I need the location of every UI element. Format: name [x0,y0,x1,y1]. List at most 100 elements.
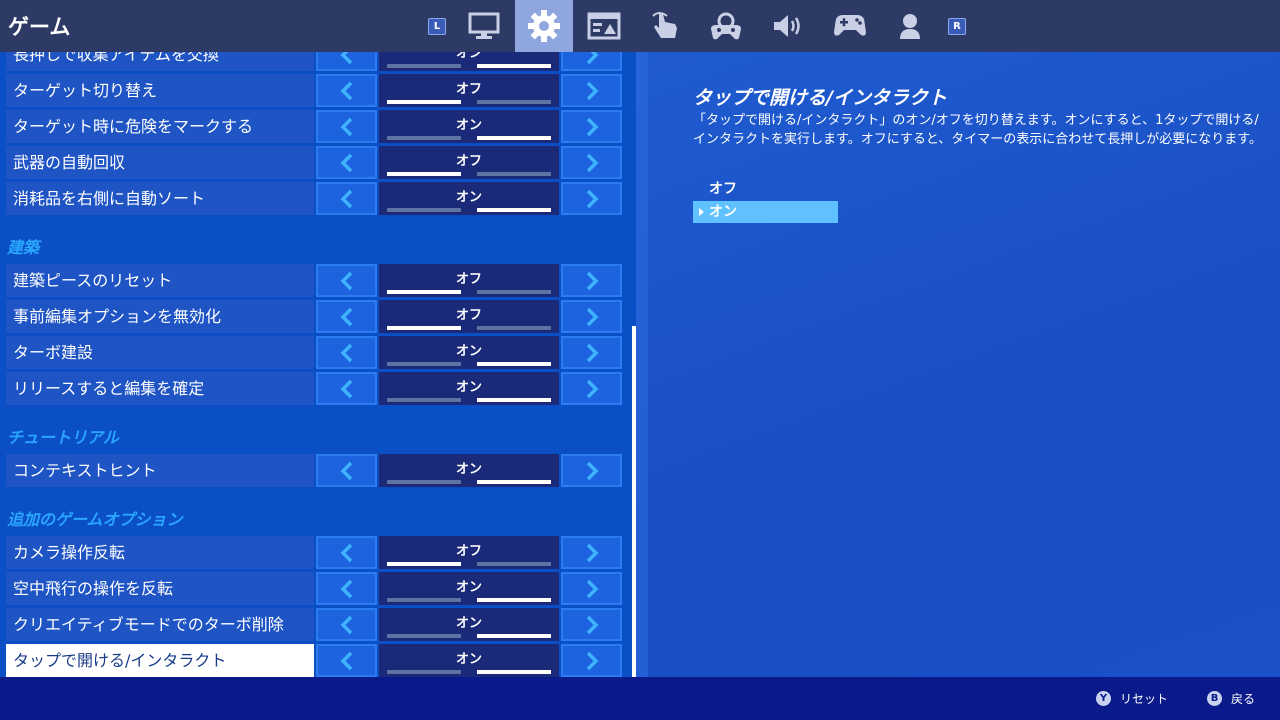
back-hint[interactable]: B 戻る [1207,689,1255,707]
option-label: オン [709,204,737,220]
next-value-button[interactable] [561,52,622,71]
setting-label[interactable]: ターゲット切り替え [6,74,314,107]
controller-gear-icon [711,12,741,40]
next-value-button[interactable] [561,644,622,677]
setting-label[interactable]: カメラ操作反転 [6,536,314,569]
setting-row[interactable]: ターゲット切り替え オフ [0,74,622,107]
next-value-button[interactable] [561,74,622,107]
chevron-right-icon [586,307,598,326]
setting-label[interactable]: 事前編集オプションを無効化 [6,300,314,333]
value-text: オン [455,52,482,61]
setting-row[interactable]: 長押しで収集アイテムを交換 オン [0,52,622,71]
chevron-right-icon [586,189,598,208]
next-value-button[interactable] [561,146,622,179]
setting-label[interactable]: 空中飛行の操作を反転 [6,572,314,605]
hud-layout-icon [587,12,621,40]
next-value-button[interactable] [561,110,622,143]
tab-audio[interactable] [759,0,817,52]
option-label: オフ [709,181,737,197]
detail-title: タップで開ける/インタラクト [693,87,947,109]
previous-value-button[interactable] [316,336,377,369]
setting-label[interactable]: ターゲット時に危険をマークする [6,110,314,143]
option-indicator-on [477,398,551,402]
detail-option-off[interactable]: オフ [693,178,838,200]
next-value-button[interactable] [561,300,622,333]
chevron-left-icon [340,461,352,480]
previous-value-button[interactable] [316,608,377,641]
next-value-button[interactable] [561,572,622,605]
setting-row[interactable]: 武器の自動回収 オフ [0,146,622,179]
setting-row[interactable]: 事前編集オプションを無効化 オフ [0,300,622,333]
setting-row[interactable]: タップで開ける/インタラクト オン [0,644,622,677]
previous-value-button[interactable] [316,536,377,569]
option-indicator-off [387,670,461,674]
next-value-button[interactable] [561,264,622,297]
value-display: オン [379,182,559,215]
setting-label[interactable]: 長押しで収集アイテムを交換 [6,52,314,71]
setting-label[interactable]: 消耗品を右側に自動ソート [6,182,314,215]
detail-option-on[interactable]: オン [693,201,838,223]
previous-value-button[interactable] [316,182,377,215]
page-title: ゲーム [8,15,71,39]
setting-row[interactable]: カメラ操作反転 オフ [0,536,622,569]
previous-value-button[interactable] [316,52,377,71]
tab-hud[interactable] [575,0,633,52]
previous-value-button[interactable] [316,644,377,677]
setting-row[interactable]: コンテキストヒント オン [0,454,622,487]
setting-label[interactable]: タップで開ける/インタラクト [6,644,314,677]
shoulder-right-hint: R [948,18,966,35]
previous-value-button[interactable] [316,572,377,605]
reset-hint[interactable]: Y リセット [1096,689,1168,707]
tab-touch[interactable] [637,0,695,52]
value-display: オフ [379,536,559,569]
previous-value-button[interactable] [316,110,377,143]
next-value-button[interactable] [561,372,622,405]
gamepad-icon [834,15,866,36]
previous-value-button[interactable] [316,74,377,107]
setting-row[interactable]: 消耗品を右側に自動ソート オン [0,182,622,215]
setting-row[interactable]: 建築ピースのリセット オフ [0,264,622,297]
setting-label[interactable]: ターボ建設 [6,336,314,369]
reset-label: リセット [1120,691,1169,706]
setting-row[interactable]: ターボ建設 オン [0,336,622,369]
value-display: オン [379,454,559,487]
previous-value-button[interactable] [316,146,377,179]
setting-label[interactable]: コンテキストヒント [6,454,314,487]
previous-value-button[interactable] [316,454,377,487]
tab-gamepad[interactable] [821,0,879,52]
next-value-button[interactable] [561,454,622,487]
setting-row[interactable]: リリースすると編集を確定 オン [0,372,622,405]
option-indicator-off [387,362,461,366]
setting-label[interactable]: 武器の自動回収 [6,146,314,179]
chevron-left-icon [340,81,352,100]
section-header-extra-options: 追加のゲームオプション [7,510,183,529]
previous-value-button[interactable] [316,264,377,297]
chevron-left-icon [340,307,352,326]
setting-row[interactable]: ターゲット時に危険をマークする オン [0,110,622,143]
next-value-button[interactable] [561,536,622,569]
setting-label[interactable]: 建築ピースのリセット [6,264,314,297]
settings-list-panel[interactable]: 長押しで収集アイテムを交換 オン ターゲット切り替え オフ ターゲット時に危険をマークす… [0,52,636,677]
chevron-left-icon [340,343,352,362]
tab-game[interactable] [515,0,573,52]
top-bar: ゲーム L R [0,0,1280,52]
tab-video[interactable] [455,0,513,52]
setting-label[interactable]: クリエイティブモードでのターボ削除 [6,608,314,641]
next-value-button[interactable] [561,336,622,369]
previous-value-button[interactable] [316,372,377,405]
setting-label[interactable]: リリースすると編集を確定 [6,372,314,405]
option-indicator-off [387,100,461,104]
option-indicator-on [477,562,551,566]
next-value-button[interactable] [561,608,622,641]
value-display: オフ [379,264,559,297]
tab-controller-settings[interactable] [697,0,755,52]
setting-row[interactable]: 空中飛行の操作を反転 オン [0,572,622,605]
back-label: 戻る [1231,691,1256,706]
previous-value-button[interactable] [316,300,377,333]
section-header-tutorial: チュートリアル [7,428,119,447]
setting-row[interactable]: クリエイティブモードでのターボ削除 オン [0,608,622,641]
chevron-left-icon [340,271,352,290]
tab-account[interactable] [881,0,939,52]
panel-divider [636,52,648,677]
next-value-button[interactable] [561,182,622,215]
